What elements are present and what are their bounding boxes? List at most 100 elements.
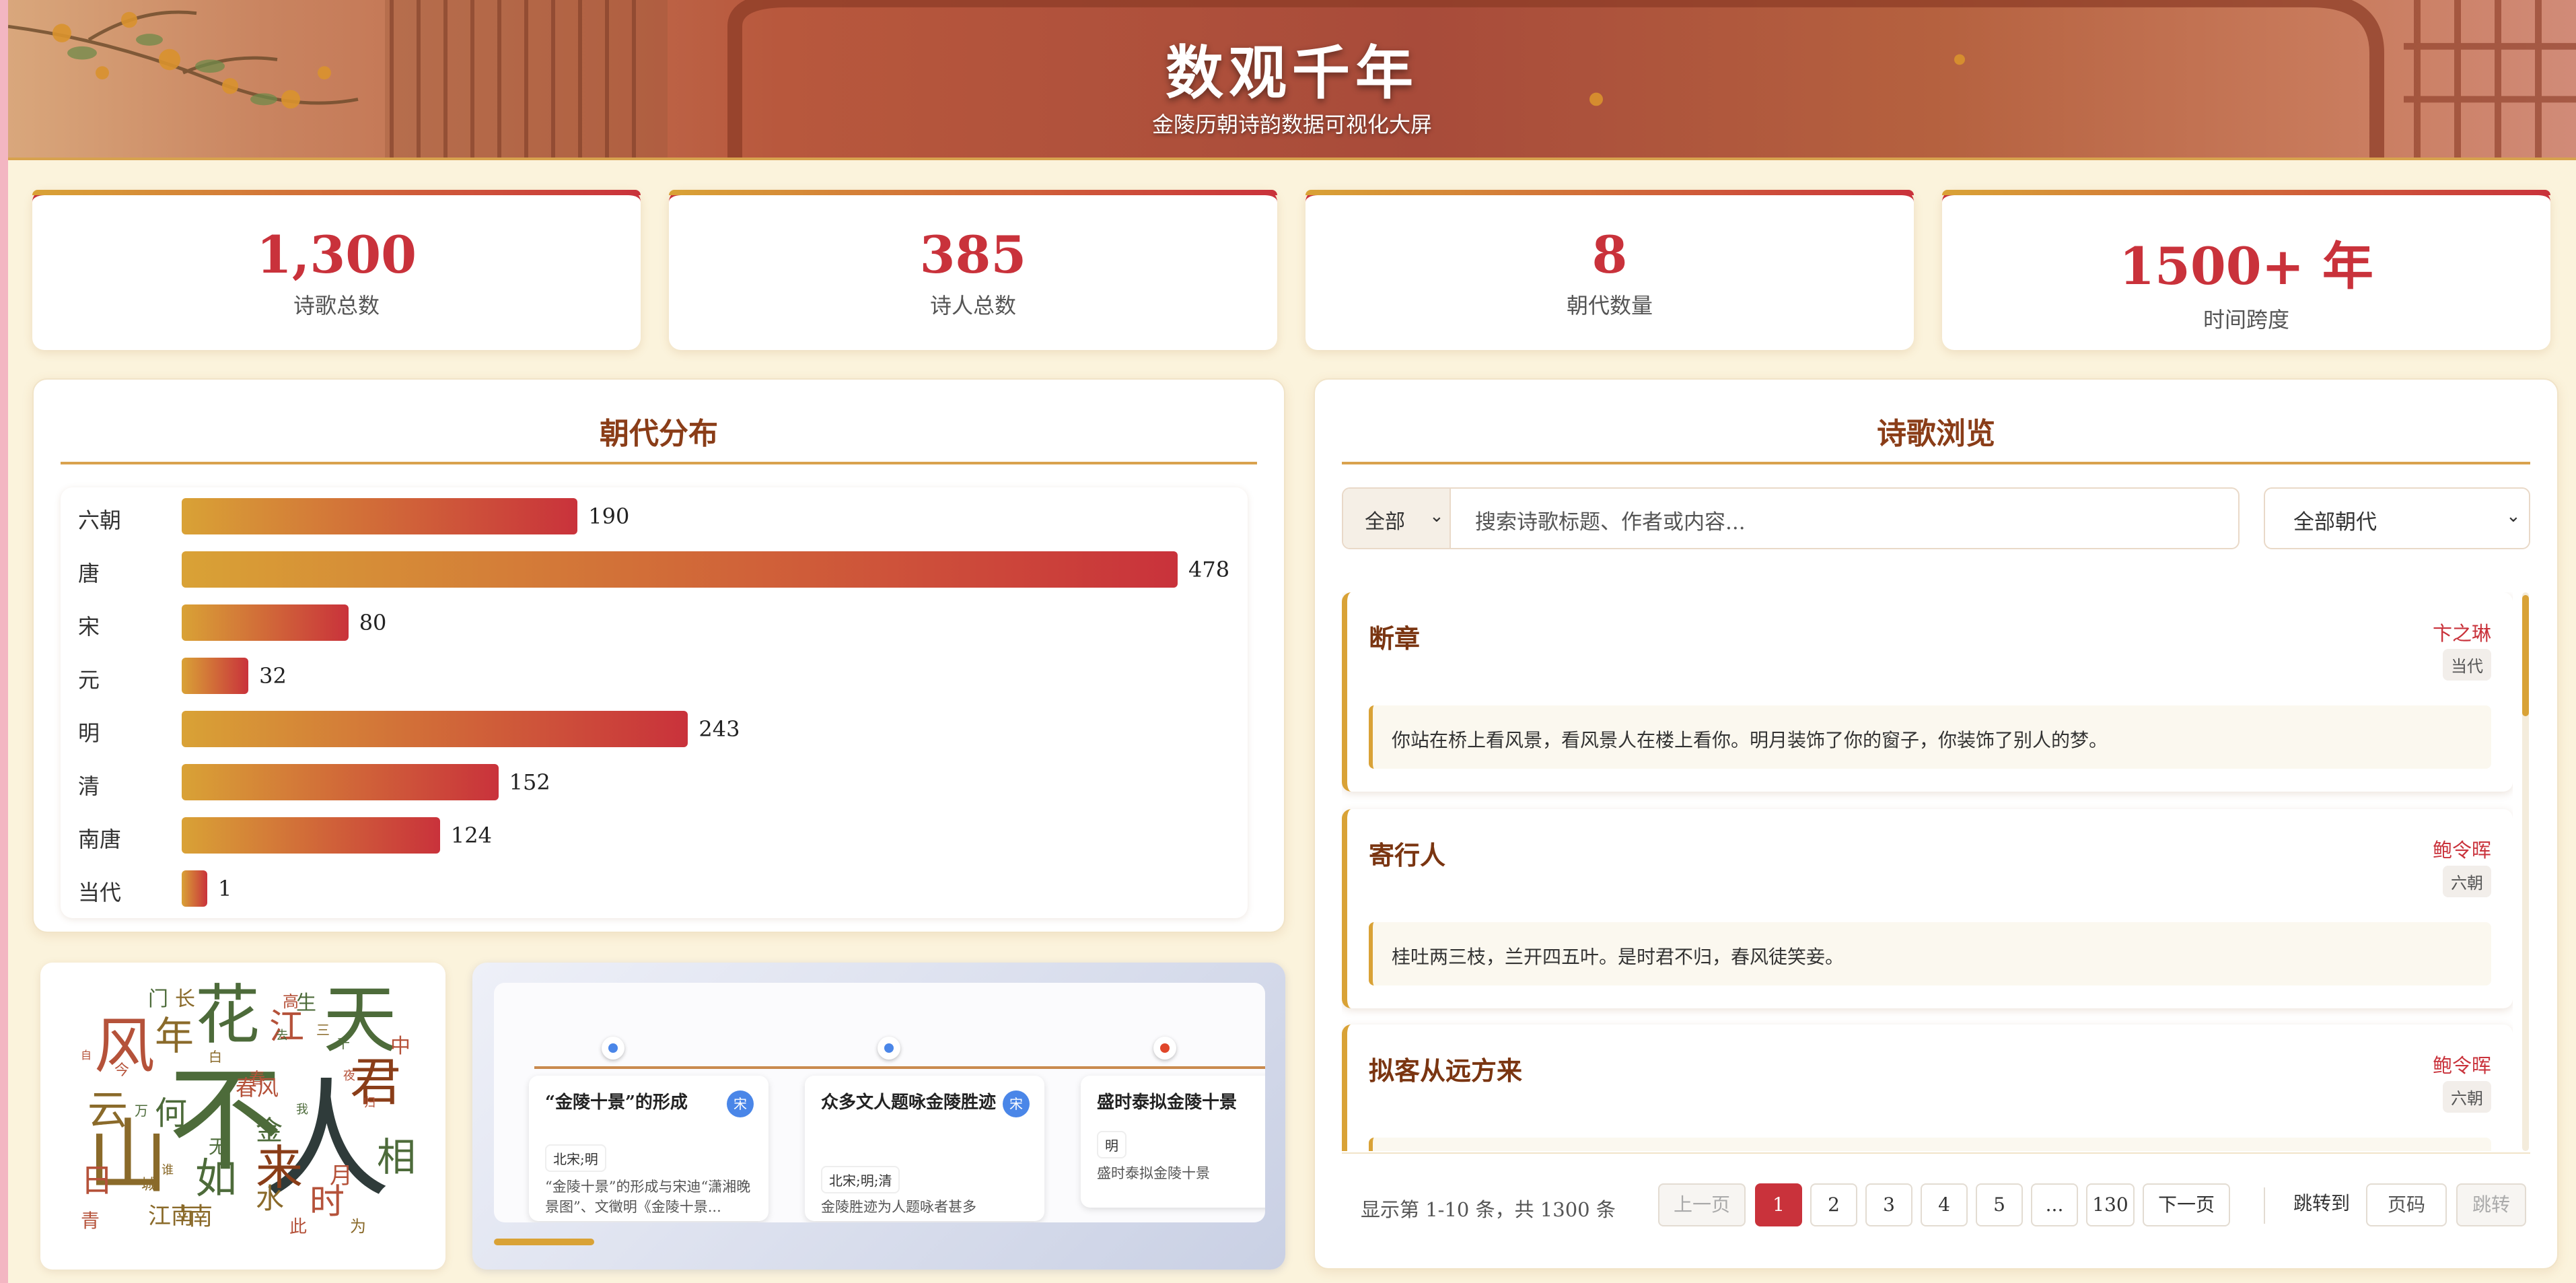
word-cloud-word[interactable]: 金 [256,1117,283,1144]
bar[interactable] [182,817,440,854]
word-cloud-word[interactable]: 千 [336,1037,350,1050]
bar-category-label: 明 [78,720,100,746]
word-cloud-word[interactable]: 月 [330,1165,353,1187]
bar-row: 当代 1 [61,870,1248,907]
panel-title: 诗歌浏览 [1342,409,2530,464]
timeline-event-card[interactable]: “金陵十景”的形成 宋 北宋;明 “金陵十景”的形成与宋迪“潇湘晚景图”、文徵明… [529,1076,768,1221]
jump-button[interactable]: 跳转 [2456,1183,2526,1226]
word-cloud-word[interactable]: 万 [135,1104,148,1117]
pagination: 显示第 1-10 条，共 1300 条 上一页 1 2 3 4 5 ... 13… [1342,1152,2530,1260]
word-cloud-word[interactable]: 夜 [343,1070,355,1082]
word-cloud-word[interactable]: 云 [87,1090,128,1131]
dynasty-tag: 明 [1097,1131,1126,1158]
search-input[interactable]: 搜索诗歌标题、作者或内容... [1475,505,1746,535]
poem-author[interactable]: 卞之琳 [2433,618,2491,646]
search-scope-select[interactable]: 全部 ⌄ [1343,489,1451,548]
word-cloud-word[interactable]: 水 [256,1185,284,1213]
poem-card[interactable]: 断章 卞之琳 当代 你站在桥上看风景，看风景人在楼上看你。明月装饰了你的窗子，你… [1342,592,2513,792]
word-cloud-word[interactable]: 无 [209,1138,227,1156]
page-number-input[interactable]: 页码 [2366,1183,2447,1226]
timeline-event-card[interactable]: 众多文人题咏金陵胜迹 宋 北宋;明;清 金陵胜迹为人题咏者甚多 [805,1076,1044,1221]
bar[interactable] [182,870,207,907]
page-button-4[interactable]: 4 [1921,1183,1968,1226]
word-cloud-word[interactable]: 自 [81,1050,92,1061]
poem-list: 断章 卞之琳 当代 你站在桥上看风景，看风景人在楼上看你。明月装饰了你的窗子，你… [1342,592,2513,1151]
bar[interactable] [182,711,688,747]
event-description: 盛时泰拟金陵十景 [1097,1165,1210,1181]
word-cloud-word[interactable]: 青 [81,1212,100,1230]
page-button-1[interactable]: 1 [1755,1183,1802,1226]
word-cloud-word[interactable]: 天 [323,983,397,1057]
bar[interactable] [182,498,578,534]
timeline-line [534,1066,1265,1069]
poem-author[interactable]: 鲍令晖 [2433,835,2491,863]
bar-category-label: 六朝 [78,508,122,533]
word-cloud-word[interactable]: 白 [209,1050,222,1064]
bar-category-label: 宋 [78,614,100,639]
word-cloud-word[interactable]: 如 [195,1158,237,1200]
poem-content [1369,1138,2491,1151]
word-cloud-word[interactable]: 门 [148,990,168,1010]
word-cloud-word[interactable]: 归 [363,1097,375,1109]
timeline-event-card[interactable]: 盛时泰拟金陵十景 明 盛时泰拟金陵十景 [1081,1076,1265,1208]
timeline-dot[interactable] [1153,1037,1176,1060]
bar[interactable] [182,604,349,641]
stat-card-dynasties: 8 朝代数量 [1305,190,1914,350]
select-value: 全部 [1365,510,1405,534]
prev-page-button[interactable]: 上一页 [1658,1183,1746,1226]
bar[interactable] [182,551,1178,588]
stat-value: 1500+ 年 [2119,236,2373,296]
stat-label: 朝代数量 [1566,293,1653,318]
bar-value-label: 32 [259,663,287,689]
timeline-dot[interactable] [878,1037,900,1060]
poem-list-scroll-thumb[interactable] [2522,595,2529,716]
page-button-last[interactable]: 130 [2086,1183,2135,1226]
poem-title: 拟客从远方来 [1369,1055,1523,1086]
bar-value-label: 243 [699,716,740,742]
page-button-3[interactable]: 3 [1865,1183,1912,1226]
poem-content: 你站在桥上看风景，看风景人在楼上看你。明月装饰了你的窗子，你装饰了别人的梦。 [1369,705,2491,769]
word-cloud-word[interactable]: 上 [175,1205,194,1224]
word-cloud-word[interactable]: 何 [155,1097,187,1130]
word-cloud-word[interactable]: 相 [377,1138,416,1177]
bar-category-label: 当代 [78,880,122,905]
event-title: 众多文人题咏金陵胜迹 [821,1093,997,1113]
word-cloud-word[interactable]: 中 [390,1037,410,1057]
word-cloud-word[interactable]: 君 [350,1057,401,1108]
word-cloud-word[interactable]: 今 [114,1064,129,1078]
word-cloud-word[interactable]: 城 [141,1178,156,1193]
word-cloud-word[interactable]: 春 [249,1070,265,1086]
select-value: 全部朝代 [2293,510,2377,534]
bar[interactable] [182,764,499,800]
next-page-button[interactable]: 下一页 [2143,1183,2230,1226]
word-cloud-word[interactable]: 三 [316,1023,330,1037]
word-cloud-word[interactable]: 为 [350,1218,366,1235]
stat-card-poems: 1,300 诗歌总数 [32,190,641,350]
word-cloud-word[interactable]: 时 [310,1185,345,1220]
page-subtitle: 金陵历朝诗韵数据可视化大屏 [1151,112,1432,137]
dynasty-badge: 宋 [1003,1090,1030,1117]
bar[interactable] [182,658,249,694]
word-cloud-word[interactable]: 谁 [162,1165,174,1177]
page-button-5[interactable]: 5 [1976,1183,2023,1226]
word-cloud-word[interactable]: 长 [175,990,195,1010]
bar-value-label: 152 [509,769,550,795]
dynasty-bar-chart: 六朝 190 唐 478 宋 80 元 32 明 243 清 152 南唐 124 当代 1 [61,487,1248,918]
timeline-panel: “金陵十景”的形成 宋 北宋;明 “金陵十景”的形成与宋迪“潇湘晚景图”、文徵明… [472,963,1285,1270]
page-button-2[interactable]: 2 [1810,1183,1857,1226]
poem-card[interactable]: 寄行人 鲍令晖 六朝 桂吐两三枝，兰开四五叶。是时君不归，春风徒笑妾。 [1342,809,2513,1008]
word-cloud-word[interactable]: 花 [195,983,260,1047]
word-cloud-word[interactable]: 我 [296,1104,308,1116]
word-cloud-word[interactable]: 去 [276,1030,288,1042]
word-cloud-word[interactable]: 日 [81,1165,113,1197]
bar-row: 元 32 [61,658,1248,694]
page-title: 数观千年 [1166,39,1419,107]
word-cloud-word[interactable]: 生 [296,994,316,1014]
timeline-dot[interactable] [602,1037,624,1060]
poem-card[interactable]: 拟客从远方来 鲍令晖 六朝 [1342,1025,2513,1151]
dynasty-filter-select[interactable]: 全部朝代 ⌄ [2264,487,2530,549]
poem-author[interactable]: 鲍令晖 [2433,1050,2491,1078]
word-cloud-word[interactable]: 此 [289,1218,307,1236]
timeline-scroll-progress[interactable] [494,1239,594,1245]
word-cloud-word[interactable]: 年 [155,1016,194,1055]
